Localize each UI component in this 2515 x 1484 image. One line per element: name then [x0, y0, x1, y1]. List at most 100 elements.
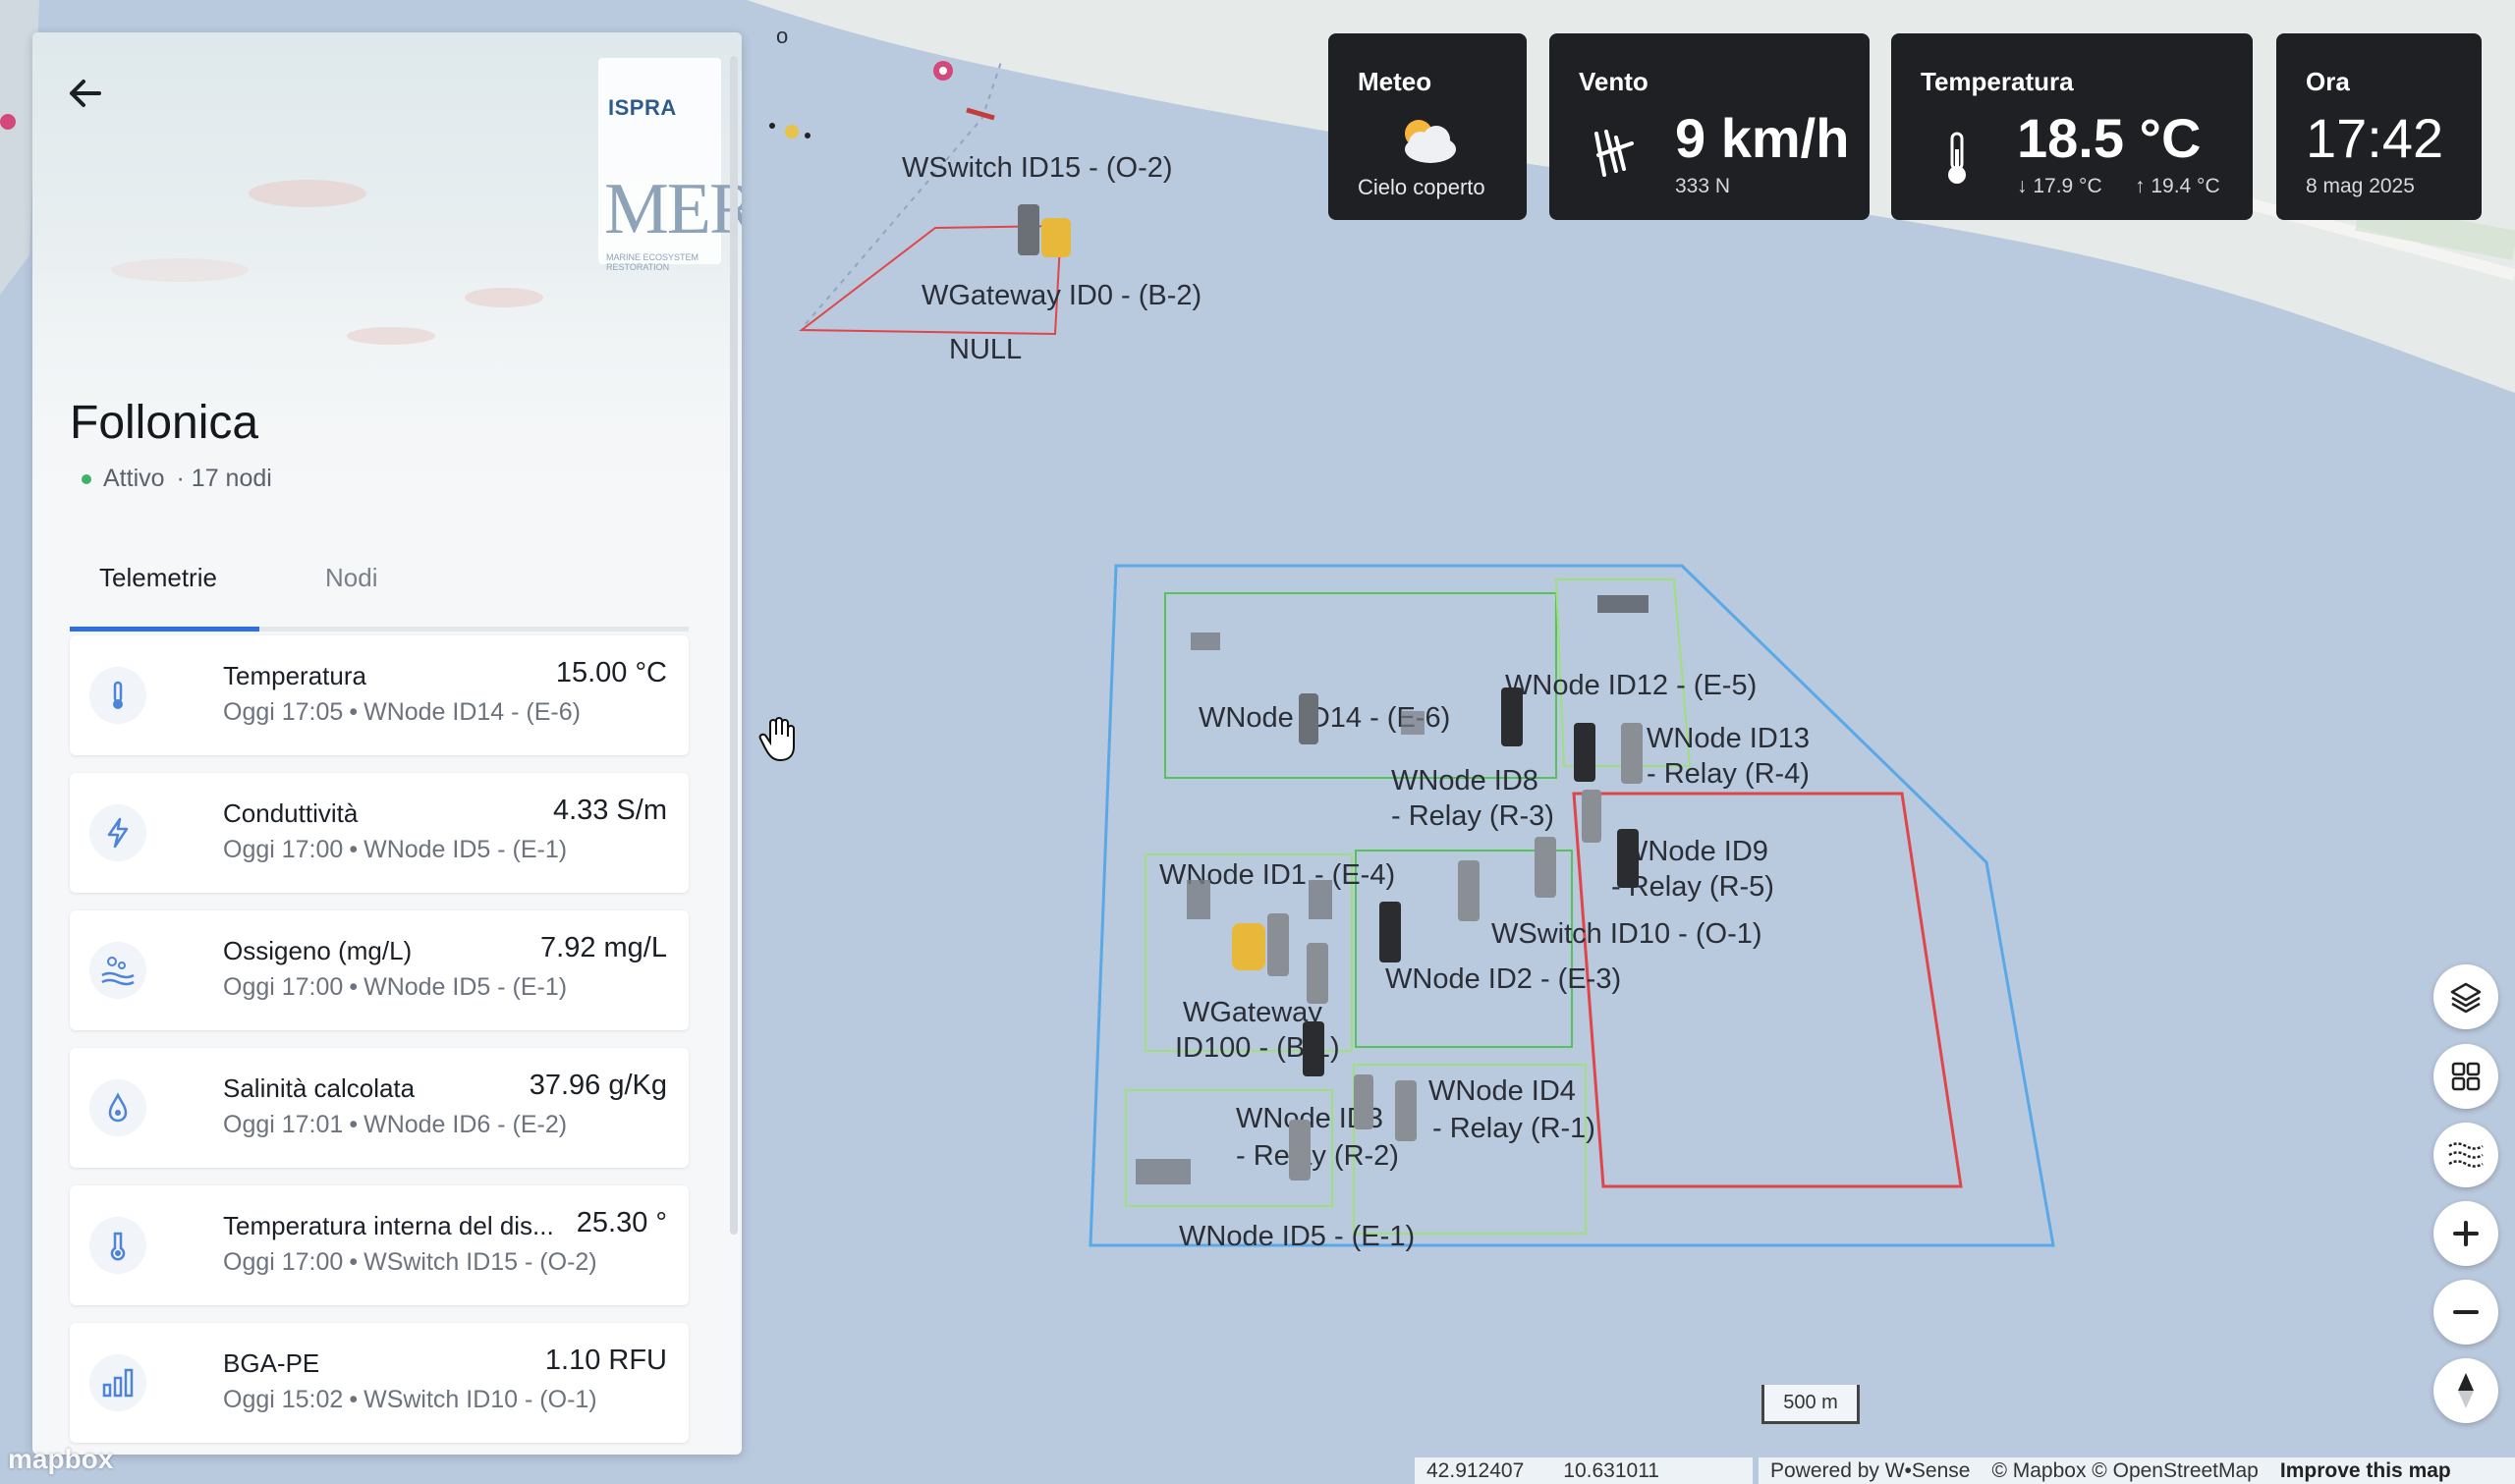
- device-wnode1-icon: [1379, 902, 1401, 962]
- temperature-value: 18.5 °C: [2017, 107, 2202, 169]
- zoom-in-button[interactable]: [2433, 1201, 2498, 1266]
- temperature-max: ↑ 19.4 °C: [2135, 175, 2220, 197]
- telemetry-node: WSwitch ID10 - (O-1): [363, 1386, 597, 1413]
- telemetry-meta: Oggi 17:05 • WNode ID14 - (E-6): [223, 698, 581, 726]
- weather-card-title: Ora: [2306, 67, 2350, 96]
- waves-button[interactable]: [2433, 1123, 2498, 1187]
- drop-icon: [89, 1079, 146, 1136]
- telemetry-node: WSwitch ID15 - (O-2): [363, 1248, 597, 1276]
- telemetry-card-bga-pe[interactable]: BGA-PE 1.10 RFU Oggi 15:02 • WSwitch ID10 …: [70, 1323, 689, 1443]
- weather-condition: Cielo coperto: [1358, 175, 1485, 199]
- ispra-logo: ISPRA: [608, 95, 677, 120]
- back-button[interactable]: [58, 66, 113, 121]
- panel-tabs: Telemetrie Nodi: [70, 543, 689, 632]
- label-wnode12: WNode ID12 - (E-5): [1505, 670, 1757, 701]
- weather-card-temperatura: Temperatura 18.5 °C ↓ 17.9 °C ↑ 19.4 °C: [1891, 33, 2253, 220]
- oxygen-icon: [89, 942, 146, 999]
- improve-map-link[interactable]: Improve this map: [2280, 1459, 2451, 1483]
- active-tab-indicator: [70, 627, 259, 632]
- telemetry-time: Oggi 17:05: [223, 698, 344, 726]
- telemetry-time: Oggi 17:01: [223, 1111, 344, 1138]
- telemetry-card-conduttivita[interactable]: Conduttività 4.33 S/m Oggi 17:00 • WNode I…: [70, 773, 689, 893]
- label-wnode5: WNode ID5 - (E-1): [1179, 1221, 1415, 1252]
- device-wnode3b-icon: [1289, 1120, 1311, 1181]
- device-wnode8-icon: [1574, 723, 1595, 782]
- wind-icon: [1594, 130, 1634, 177]
- label-wswitch15: WSwitch ID15 - (O-2): [902, 152, 1173, 184]
- compass-button[interactable]: [2433, 1358, 2498, 1423]
- telemetry-card-salinita[interactable]: Salinità calcolata 37.96 g/Kg Oggi 17:01…: [70, 1048, 689, 1168]
- telemetry-card-temperatura[interactable]: Temperatura 15.00 °C Oggi 17:05 • WNode ID…: [70, 635, 689, 755]
- tab-nodi[interactable]: Nodi: [325, 563, 377, 593]
- panel-scrollbar[interactable]: [730, 56, 738, 1235]
- weather-card-title: Meteo: [1358, 67, 1432, 96]
- telemetry-name: BGA-PE: [223, 1348, 320, 1378]
- telemetry-node: WNode ID5 - (E-1): [363, 836, 568, 863]
- label-wnode8-a: WNode ID8: [1391, 765, 1538, 797]
- zoom-out-button[interactable]: [2433, 1280, 2498, 1345]
- temperature-min: ↓ 17.9 °C: [2017, 175, 2102, 197]
- internal-temp-icon: [89, 1217, 146, 1274]
- telemetry-value: 25.30 °: [576, 1207, 667, 1238]
- status-label: Attivo: [103, 465, 165, 492]
- telemetry-card-temperatura-interna[interactable]: Temperatura interna del dis... 25.30 ° O…: [70, 1185, 689, 1305]
- telemetry-value: 15.00 °C: [555, 657, 667, 688]
- arrow-left-icon: [70, 80, 101, 107]
- label-wnode3-b: - Relay (R-2): [1236, 1140, 1399, 1172]
- telemetry-node: WNode ID14 - (E-6): [363, 698, 581, 726]
- telemetry-meta: Oggi 17:01 • WNode ID6 - (E-2): [223, 1111, 568, 1138]
- wind-speed: 9 km/h: [1675, 107, 1850, 169]
- mapbox-logo[interactable]: mapbox: [8, 1444, 113, 1475]
- device-wnode2-icon: [1458, 860, 1480, 921]
- current-time: 17:42: [2306, 107, 2444, 169]
- device-wnode3a-icon: [1354, 1074, 1373, 1129]
- attribution-bar: Powered by W•Sense © Mapbox © OpenStreet…: [1759, 1457, 2515, 1484]
- telemetry-value: 4.33 S/m: [552, 795, 667, 826]
- telemetry-name: Salinità calcolata: [223, 1073, 416, 1103]
- weather-card-ora: Ora 17:42 8 mag 2025: [2276, 33, 2482, 220]
- label-map-o: o: [776, 24, 788, 48]
- coordinates-bar: 42.912407 10.631011: [1415, 1457, 1753, 1484]
- label-wgateway0: WGateway ID0 - (B-2): [922, 280, 1202, 311]
- telemetry-value: 7.92 mg/L: [540, 932, 667, 963]
- compass-icon: [2458, 1373, 2474, 1408]
- telemetry-name: Temperatura: [223, 661, 366, 690]
- label-wnode4-b: - Relay (R-1): [1432, 1113, 1595, 1144]
- telemetry-value: 1.10 RFU: [544, 1345, 667, 1376]
- label-wnode2: WNode ID2 - (E-3): [1385, 963, 1621, 995]
- telemetry-card-ossigeno[interactable]: Ossigeno (mg/L) 7.92 mg/L Oggi 17:00 • WNo…: [70, 910, 689, 1030]
- telemetry-name: Temperatura interna del dis...: [223, 1211, 554, 1240]
- plus-icon: [2453, 1221, 2479, 1246]
- device-wnode14-icon: [1299, 693, 1318, 744]
- partner-logos: ISPRA MER MARINE ECOSYSTEM RESTORATION: [598, 58, 742, 272]
- label-null: NULL: [949, 334, 1022, 365]
- site-side-panel: ISPRA MER MARINE ECOSYSTEM RESTORATION F…: [32, 32, 742, 1455]
- thermometer-icon: [1948, 132, 1966, 184]
- label-wnode13-b: - Relay (R-4): [1647, 758, 1810, 790]
- telemetry-name: Ossigeno (mg/L): [223, 936, 413, 965]
- label-wnode9-a: WNode ID9: [1621, 836, 1768, 867]
- mer-logo: MER: [604, 169, 742, 249]
- map-attribution[interactable]: © Mapbox © OpenStreetMap: [1991, 1459, 2258, 1483]
- status-dot-icon: [82, 473, 91, 484]
- layers-button[interactable]: [2433, 964, 2498, 1029]
- label-wnode4-a: WNode ID4: [1428, 1075, 1576, 1107]
- grid-button[interactable]: [2433, 1044, 2498, 1109]
- label-wnode8-b: - Relay (R-3): [1391, 800, 1554, 832]
- page-title: Follonica: [70, 397, 259, 449]
- telemetry-node: WNode ID5 - (E-1): [363, 973, 568, 1001]
- device-wnode-e4-icon: [1307, 943, 1328, 1004]
- telemetry-meta: Oggi 17:00 • WNode ID5 - (E-1): [223, 973, 568, 1001]
- label-wswitch10: WSwitch ID10 - (O-1): [1491, 918, 1762, 950]
- telemetry-name: Conduttività: [223, 798, 359, 828]
- bar-chart-icon: [89, 1354, 146, 1411]
- label-wgateway100-a: WGateway: [1183, 997, 1322, 1028]
- powered-by-label: Powered by W•Sense: [1770, 1458, 1971, 1482]
- telemetry-value: 37.96 g/Kg: [529, 1070, 667, 1101]
- device-wswitch10-icon: [1535, 837, 1556, 898]
- nodes-count: · 17 nodi: [176, 465, 272, 492]
- tab-telemetrie[interactable]: Telemetrie: [99, 563, 217, 593]
- layers-icon: [2450, 982, 2482, 1014]
- telemetry-time: Oggi 17:00: [223, 1248, 344, 1276]
- device-wnode12-icon: [1501, 687, 1523, 746]
